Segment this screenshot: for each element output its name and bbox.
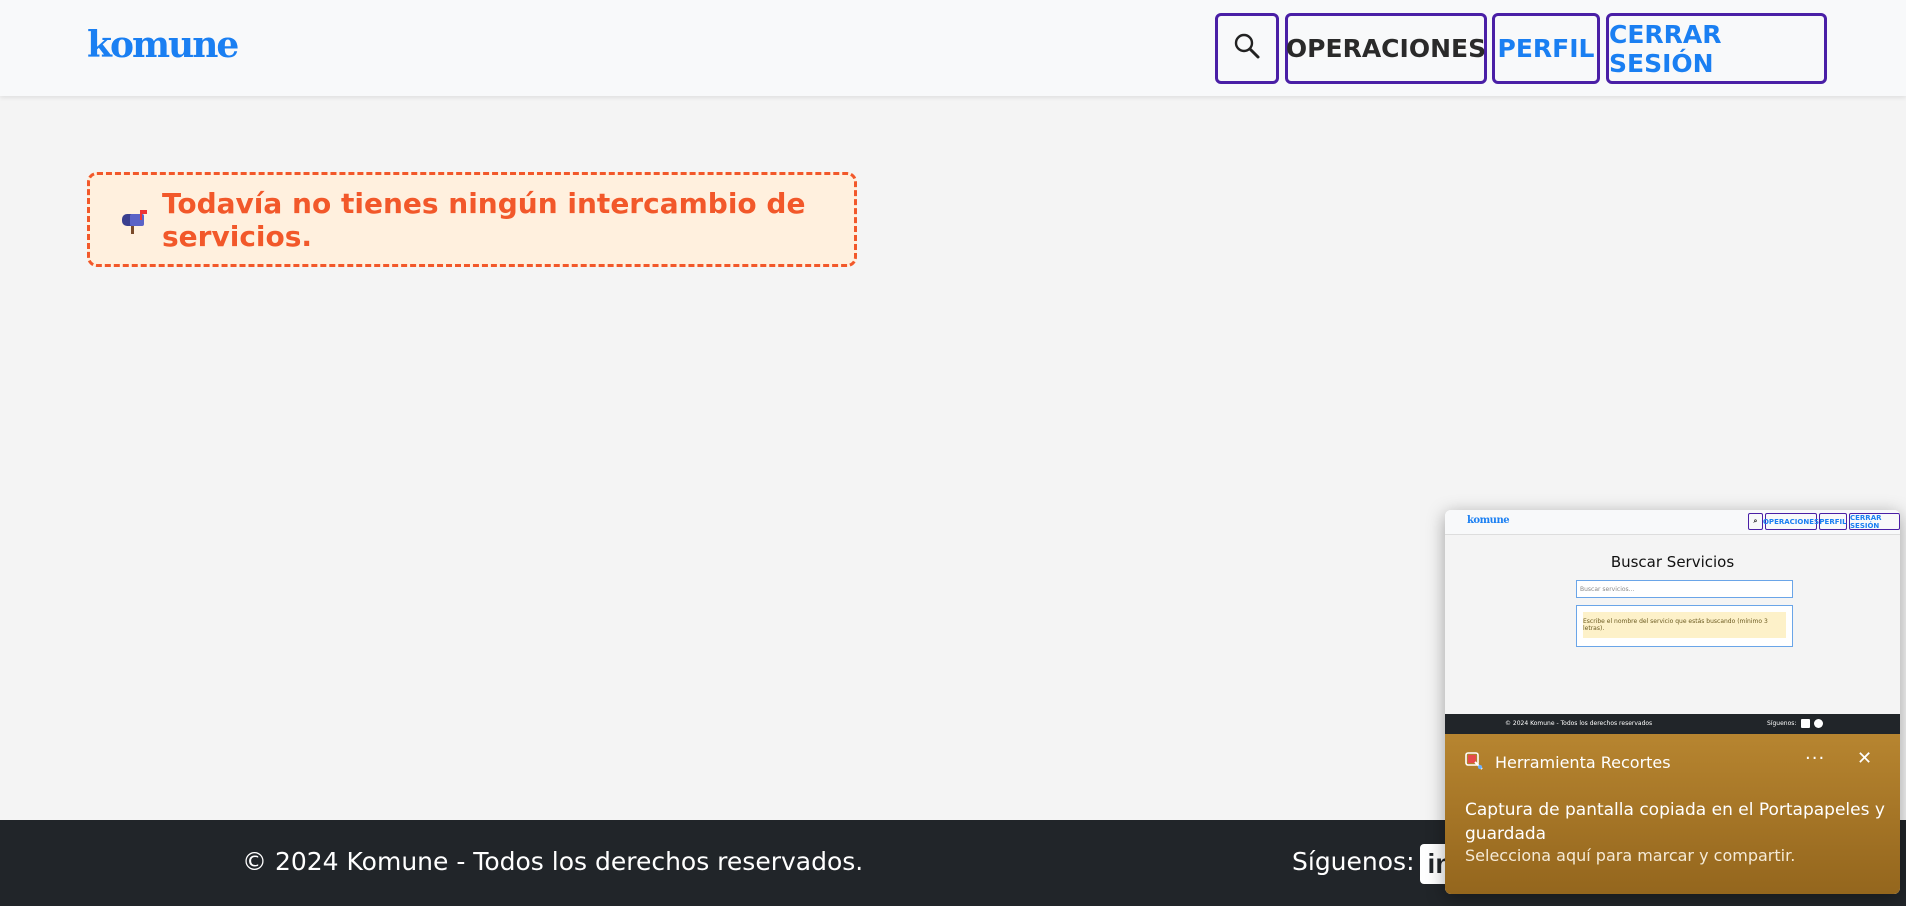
empty-state-message: Todavía no tienes ningún intercambio de …: [162, 186, 806, 253]
thumbnail-search-input: Buscar servicios...: [1576, 580, 1793, 598]
notification-subtext: Selecciona aquí para marcar y compartir.: [1465, 846, 1796, 865]
search-button[interactable]: [1215, 13, 1279, 84]
footer-copyright: © 2024 Komune - Todos los derechos reser…: [242, 847, 864, 876]
thumbnail-brand: komune: [1467, 515, 1510, 526]
snipping-notification[interactable]: komune ⌕ OPERACIONES PERFIL CERRAR SESIÓ…: [1445, 510, 1900, 894]
search-icon: [1232, 31, 1262, 67]
profile-button[interactable]: PERFIL: [1492, 13, 1600, 84]
notification-headline: Captura de pantalla copiada en el Portap…: [1465, 800, 1885, 844]
thumbnail-logout: CERRAR SESIÓN: [1849, 513, 1900, 530]
thumbnail-warning: Escribe el nombre del servicio que estás…: [1583, 612, 1786, 638]
mailbox-icon: [120, 206, 150, 234]
screenshot-thumbnail[interactable]: komune ⌕ OPERACIONES PERFIL CERRAR SESIÓ…: [1445, 510, 1900, 734]
thumbnail-results-box: Escribe el nombre del servicio que estás…: [1576, 605, 1793, 647]
thumbnail-operations: OPERACIONES: [1763, 513, 1819, 530]
snipping-tool-icon: [1465, 752, 1483, 774]
thumbnail-footer-copy: © 2024 Komune - Todos los derechos reser…: [1505, 720, 1653, 727]
thumbnail-footer-follow: Síguenos:: [1767, 720, 1797, 727]
navbar: komune OPERACIONES PERFIL CERRAR SESIÓN: [0, 0, 1906, 96]
logout-button[interactable]: CERRAR SESIÓN: [1606, 13, 1827, 84]
thumbnail-footer: © 2024 Komune - Todos los derechos reser…: [1445, 714, 1900, 734]
thumbnail-github-icon: [1814, 719, 1823, 728]
thumbnail-profile: PERFIL: [1819, 513, 1847, 530]
brand-logo[interactable]: komune: [87, 24, 239, 66]
thumbnail-navbar: komune ⌕ OPERACIONES PERFIL CERRAR SESIÓ…: [1445, 510, 1900, 535]
close-icon[interactable]: ✕: [1857, 748, 1872, 769]
thumbnail-search-icon: ⌕: [1748, 513, 1763, 530]
more-options-button[interactable]: ···: [1805, 748, 1825, 769]
empty-state-alert: Todavía no tienes ningún intercambio de …: [87, 172, 857, 267]
operations-button[interactable]: OPERACIONES: [1285, 13, 1487, 84]
thumbnail-title: Buscar Servicios: [1610, 553, 1735, 571]
footer-follow-label: Síguenos:: [1292, 847, 1415, 876]
thumbnail-linkedin-icon: [1801, 719, 1810, 728]
notification-app-name: Herramienta Recortes: [1495, 753, 1671, 772]
notification-body[interactable]: Herramienta Recortes ··· ✕ Captura de pa…: [1445, 734, 1900, 894]
